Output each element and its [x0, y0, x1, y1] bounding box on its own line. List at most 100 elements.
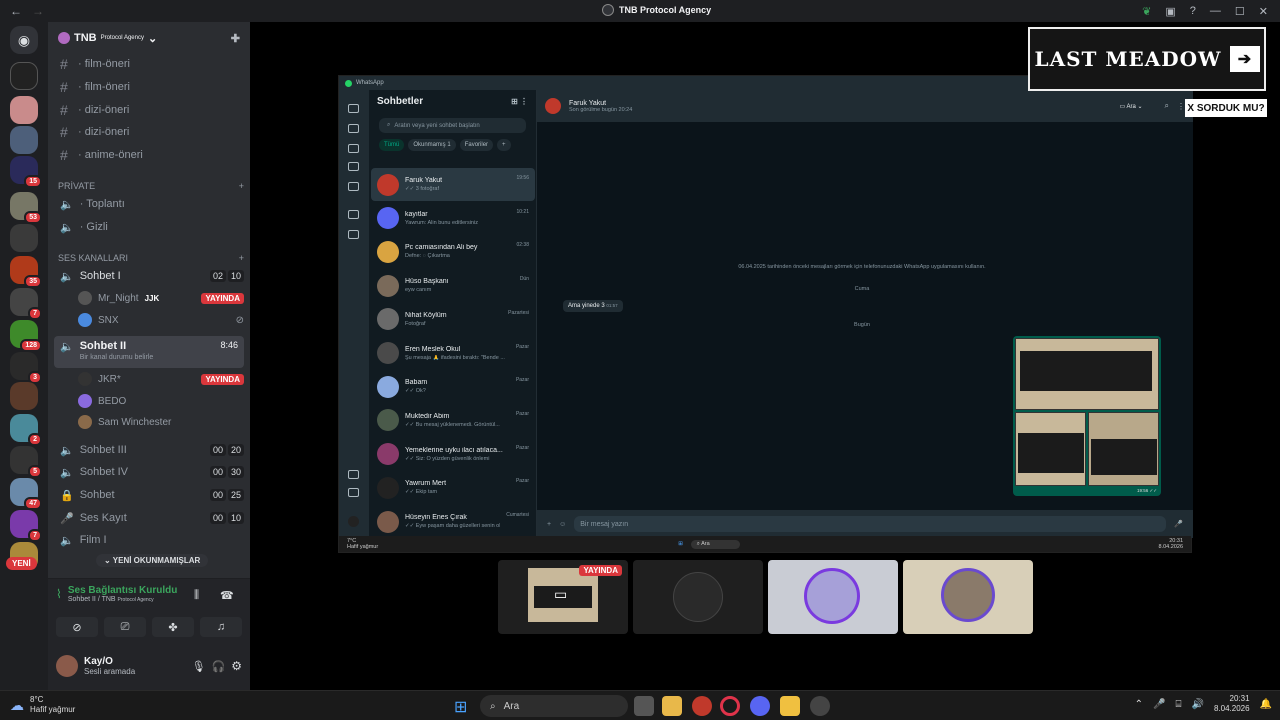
category-private[interactable]: PRİVATE + [58, 181, 244, 191]
chat-list-item[interactable]: Pc camiasından Ali bey Defne: ◌ Çıkartma 0… [371, 235, 535, 268]
server-icon[interactable]: 35 [10, 256, 42, 288]
channels-icon[interactable] [348, 162, 359, 171]
screen-share-button[interactable]: ⎚ [104, 617, 146, 637]
close-icon[interactable]: ✕ [1259, 5, 1268, 18]
camera-off-button[interactable]: ⊘ [56, 617, 98, 637]
chat-list-item[interactable]: Hüso Başkanı eyw canım Dün [371, 269, 535, 302]
voice-channel-sohbet-1[interactable]: 🔈 Sohbet I 02 10 [54, 266, 244, 286]
clock[interactable]: 20:31 8.04.2026 [1214, 694, 1250, 714]
activities-button[interactable]: ✤ [152, 617, 194, 637]
voice-user[interactable]: JKR* YAYINDA [78, 370, 244, 388]
server-icon[interactable]: 15 [10, 156, 42, 188]
add-channel-icon[interactable]: + [239, 181, 244, 191]
voice-user[interactable]: SNX ⊘ [78, 311, 244, 329]
server-icon[interactable]: 2 [10, 414, 42, 446]
weather-widget[interactable]: ☁ 8°C Hafif yağmur [10, 695, 75, 715]
channel-item[interactable]: # · anime-öneri [54, 145, 244, 165]
voice-user[interactable]: Mr_Night JJK YAYINDA [78, 289, 244, 307]
chevron-up-icon[interactable]: ⌃ [1135, 699, 1143, 710]
inbox-icon[interactable]: ▣ [1165, 5, 1175, 18]
stream-tile[interactable] [633, 560, 763, 634]
voice-channel[interactable]: 🔈 · Toplantı [54, 194, 244, 214]
start-button[interactable]: ⊞ [454, 697, 467, 717]
stream-tile[interactable]: ▭ YAYINDA [498, 560, 628, 634]
message-input[interactable]: Bir mesaj yazın [574, 516, 1167, 532]
filter-unread[interactable]: Okunmamış 1 [408, 139, 456, 151]
status-icon[interactable] [348, 144, 359, 153]
maximize-icon[interactable]: ☐ [1235, 5, 1245, 18]
server-icon[interactable]: 53 [10, 192, 42, 224]
opera-icon[interactable] [720, 696, 740, 716]
disconnect-icon[interactable]: ☎ [220, 589, 234, 602]
search-icon[interactable]: ⌕ [1165, 101, 1169, 111]
avatar[interactable] [56, 655, 78, 677]
microphone-icon[interactable]: 🎙 [192, 660, 206, 673]
profile-avatar[interactable] [348, 516, 359, 527]
call-button[interactable]: ▭ Ara ⌄ [1119, 103, 1142, 110]
settings-gear-icon[interactable]: ⚙ [231, 659, 242, 673]
network-icon[interactable]: ⌸ [1176, 699, 1182, 710]
app-icon[interactable] [780, 696, 800, 716]
menu-icon[interactable]: ⋮ [1177, 102, 1185, 111]
chat-list-item[interactable]: Muktedir Abim ✓✓ Bu mesaj yüklenemedi. Gö… [371, 404, 535, 437]
taskbar-search[interactable]: ⌕ Ara [480, 695, 628, 717]
starred-icon[interactable] [348, 488, 359, 497]
app-icon[interactable] [810, 696, 830, 716]
message-bubble[interactable]: Ama yinede 3 01:57 [563, 300, 623, 312]
server-icon[interactable]: 7 [10, 288, 42, 320]
stream-tile[interactable] [903, 560, 1033, 634]
attach-icon[interactable]: + [547, 521, 551, 528]
discord-icon[interactable] [750, 696, 770, 716]
chat-list-item[interactable]: Nihat Köylüm Fotoğraf Pazartesi [371, 303, 535, 336]
photo-message[interactable]: 19:56 ✓✓ [1013, 336, 1161, 496]
microphone-icon[interactable]: 🎤 [1153, 699, 1165, 710]
voice-status[interactable]: Ses Bağlantısı Kuruldu [68, 585, 177, 596]
new-unreads-pill[interactable]: ⌄ YENİ OKUNMAMIŞLAR [96, 554, 209, 567]
channel-item[interactable]: # · dizi-öneri [54, 100, 244, 120]
chat-list-item[interactable]: Yemeklerine uyku ilacı atılaca... ✓✓ Siz:… [371, 438, 535, 471]
lock-icon[interactable] [348, 230, 359, 239]
voice-channel[interactable]: 🔒 Sohbet 00 25 [54, 485, 244, 505]
channel-item[interactable]: # · film-öneri [54, 54, 244, 74]
media-icon[interactable] [348, 470, 359, 479]
server-icon[interactable] [10, 126, 38, 154]
chat-list-item[interactable]: Babam ✓✓ Ok? Pazar [371, 370, 535, 403]
help-icon[interactable]: ? [1190, 5, 1196, 17]
server-icon[interactable]: 3 [10, 352, 42, 384]
mic-icon[interactable]: 🎤 [1174, 520, 1183, 528]
new-chat-icon[interactable]: ⊞ [511, 97, 518, 106]
server-icon[interactable] [10, 382, 38, 410]
chat-list-item[interactable]: Eren Meslek Okul Şu mesaja 🙏 ifadesini bı… [371, 337, 535, 370]
task-view-icon[interactable] [634, 696, 654, 716]
channel-item[interactable]: # · dizi-öneri [54, 122, 244, 142]
discord-home-button[interactable]: ◉ [10, 26, 38, 54]
server-icon[interactable]: 7 [10, 510, 42, 542]
app-icon[interactable] [692, 696, 712, 716]
notification-icon[interactable]: 🔔 [1260, 699, 1272, 710]
contact-avatar[interactable] [545, 98, 561, 114]
calls-icon[interactable] [348, 124, 359, 133]
archive-icon[interactable] [348, 210, 359, 219]
chat-search-input[interactable]: ⌕ Aratın veya yeni sohbet başlatın [379, 118, 526, 133]
chat-list-item[interactable]: Hüseyin Enes Çırak ✓✓ Eyw paşam daha güze… [371, 505, 535, 538]
soundboard-button[interactable]: ♫ [200, 617, 242, 637]
emoji-icon[interactable]: ☺ [559, 521, 566, 528]
channel-item[interactable]: # · film-öneri [54, 77, 244, 97]
back-arrow-icon[interactable]: ← [10, 4, 22, 18]
server-icon[interactable] [10, 62, 38, 90]
chat-list-item[interactable]: Faruk Yakut ✓✓ 3 fotoğraf 19:56 [371, 168, 535, 201]
voice-channel[interactable]: 🔈 Sohbet III 00 20 [54, 440, 244, 460]
chat-list-item[interactable]: Yawrum Mert ✓✓ Ekip tam Pazar [371, 471, 535, 504]
voice-channel[interactable]: 🔈 Film I [54, 530, 244, 550]
headphones-icon[interactable]: 🎧 [212, 660, 226, 673]
voice-channel[interactable]: 🔈 Sohbet IV 00 30 [54, 462, 244, 482]
filter-all[interactable]: Tümü [379, 139, 405, 151]
minimize-icon[interactable]: — [1210, 5, 1221, 17]
add-channel-icon[interactable]: + [239, 253, 244, 263]
voice-channel-sohbet-2[interactable]: 🔈 Sohbet II Bir kanal durumu belirle 8:4… [54, 336, 244, 368]
server-icon[interactable]: 5 [10, 446, 42, 478]
filter-add[interactable]: + [497, 139, 511, 151]
voice-channel[interactable]: 🎤 Ses Kayıt 00 10 [54, 508, 244, 528]
server-icon[interactable] [10, 224, 38, 252]
stream-tile[interactable] [768, 560, 898, 634]
